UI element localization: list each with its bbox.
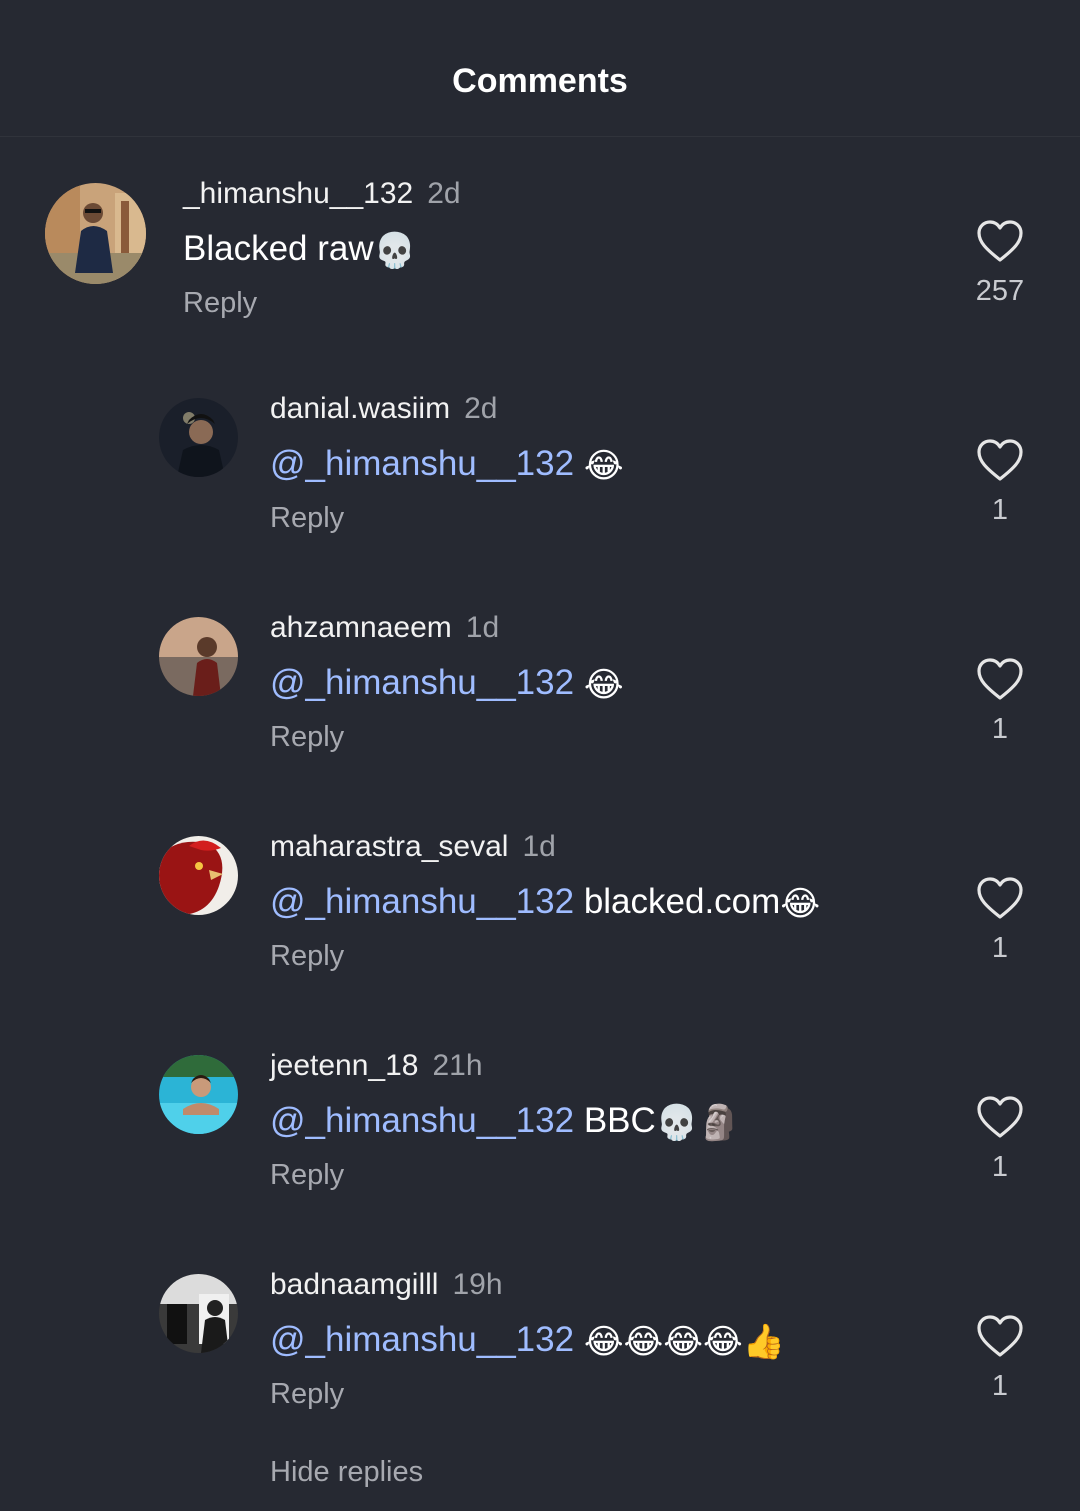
skull-emoji: 💀 — [373, 232, 416, 270]
avatar[interactable] — [159, 836, 238, 915]
laughing-emoji: 😂 — [583, 447, 624, 485]
mention-link[interactable]: @_himanshu__132 — [270, 1101, 574, 1140]
like-count: 1 — [991, 713, 1009, 745]
heart-outline-icon[interactable] — [976, 1095, 1024, 1139]
like-count: 257 — [975, 275, 1025, 307]
comment-text: @_himanshu__132 😂😂😂😂👍 — [270, 1320, 785, 1362]
mention-link[interactable]: @_himanshu__132 — [270, 882, 574, 921]
comment-meta: jeetenn_18 21h — [270, 1049, 483, 1083]
comment-text: @_himanshu__132 BBC💀🗿 — [270, 1101, 740, 1143]
comment-text: Blacked raw💀 — [183, 229, 416, 271]
like-control: 1 — [960, 438, 1040, 527]
timestamp: 1d — [522, 830, 556, 863]
heart-outline-icon[interactable] — [976, 657, 1024, 701]
username[interactable]: badnaamgilll — [270, 1268, 438, 1301]
heart-outline-icon[interactable] — [976, 438, 1024, 482]
like-control: 1 — [960, 1095, 1040, 1184]
comment-meta: badnaamgilll 19h — [270, 1268, 503, 1302]
avatar[interactable] — [159, 1055, 238, 1134]
username[interactable]: jeetenn_18 — [270, 1049, 418, 1082]
comment-meta: ahzamnaeem 1d — [270, 611, 499, 645]
username[interactable]: danial.wasiim — [270, 392, 450, 425]
username[interactable]: _himanshu__132 — [183, 177, 413, 210]
heart-outline-icon[interactable] — [976, 1314, 1024, 1358]
reply-button[interactable]: Reply — [270, 940, 344, 973]
like-control: 1 — [960, 657, 1040, 746]
comment-body: BBC — [574, 1101, 656, 1140]
mention-link[interactable]: @_himanshu__132 — [270, 1320, 574, 1359]
comment-body — [574, 663, 584, 702]
comment-meta: maharastra_seval 1d — [270, 830, 556, 864]
comment-meta: _himanshu__132 2d — [183, 177, 461, 211]
timestamp: 2d — [427, 177, 461, 210]
comment-body — [574, 1320, 584, 1359]
heart-outline-icon[interactable] — [976, 876, 1024, 920]
heart-outline-icon[interactable] — [976, 219, 1024, 263]
timestamp: 1d — [465, 611, 500, 644]
timestamp: 2d — [464, 392, 498, 425]
hide-replies-button[interactable]: Hide replies — [270, 1456, 423, 1489]
page-title: Comments — [452, 62, 628, 100]
avatar[interactable] — [159, 1274, 238, 1353]
comment-body — [574, 444, 584, 483]
comment-body: Blacked raw — [183, 229, 374, 268]
reply-button[interactable]: Reply — [270, 502, 344, 535]
username[interactable]: ahzamnaeem — [270, 611, 452, 644]
laughing-emoji: 😂 — [780, 885, 821, 923]
avatar[interactable] — [159, 617, 238, 696]
mention-link[interactable]: @_himanshu__132 — [270, 663, 574, 702]
comment-body: blacked.com — [574, 882, 781, 921]
timestamp: 19h — [452, 1268, 503, 1301]
like-count: 1 — [991, 494, 1009, 526]
laughing-emoji: 😂 — [583, 666, 624, 704]
comment-text: @_himanshu__132 blacked.com😂 — [270, 882, 820, 924]
like-count: 1 — [991, 932, 1009, 964]
timestamp: 21h — [432, 1049, 483, 1082]
comment-meta: danial.wasiim 2d — [270, 392, 497, 426]
reply-button[interactable]: Reply — [270, 1378, 344, 1411]
reply-button[interactable]: Reply — [270, 1159, 344, 1192]
avatar[interactable] — [45, 183, 146, 284]
like-control: 1 — [960, 876, 1040, 965]
like-control: 1 — [960, 1314, 1040, 1403]
like-count: 1 — [991, 1370, 1009, 1402]
username[interactable]: maharastra_seval — [270, 830, 508, 863]
comment-text: @_himanshu__132 😂 — [270, 444, 624, 486]
skull-moai-emoji: 💀🗿 — [655, 1104, 741, 1142]
reply-button[interactable]: Reply — [270, 721, 344, 754]
like-control: 257 — [960, 219, 1040, 308]
reply-button[interactable]: Reply — [183, 287, 257, 320]
comment-text: @_himanshu__132 😂 — [270, 663, 624, 705]
mention-link[interactable]: @_himanshu__132 — [270, 444, 574, 483]
avatar[interactable] — [159, 398, 238, 477]
like-count: 1 — [991, 1151, 1009, 1183]
comments-header: Comments — [0, 0, 1080, 137]
laughing-thumbs-up-emoji: 😂😂😂😂👍 — [583, 1323, 786, 1361]
